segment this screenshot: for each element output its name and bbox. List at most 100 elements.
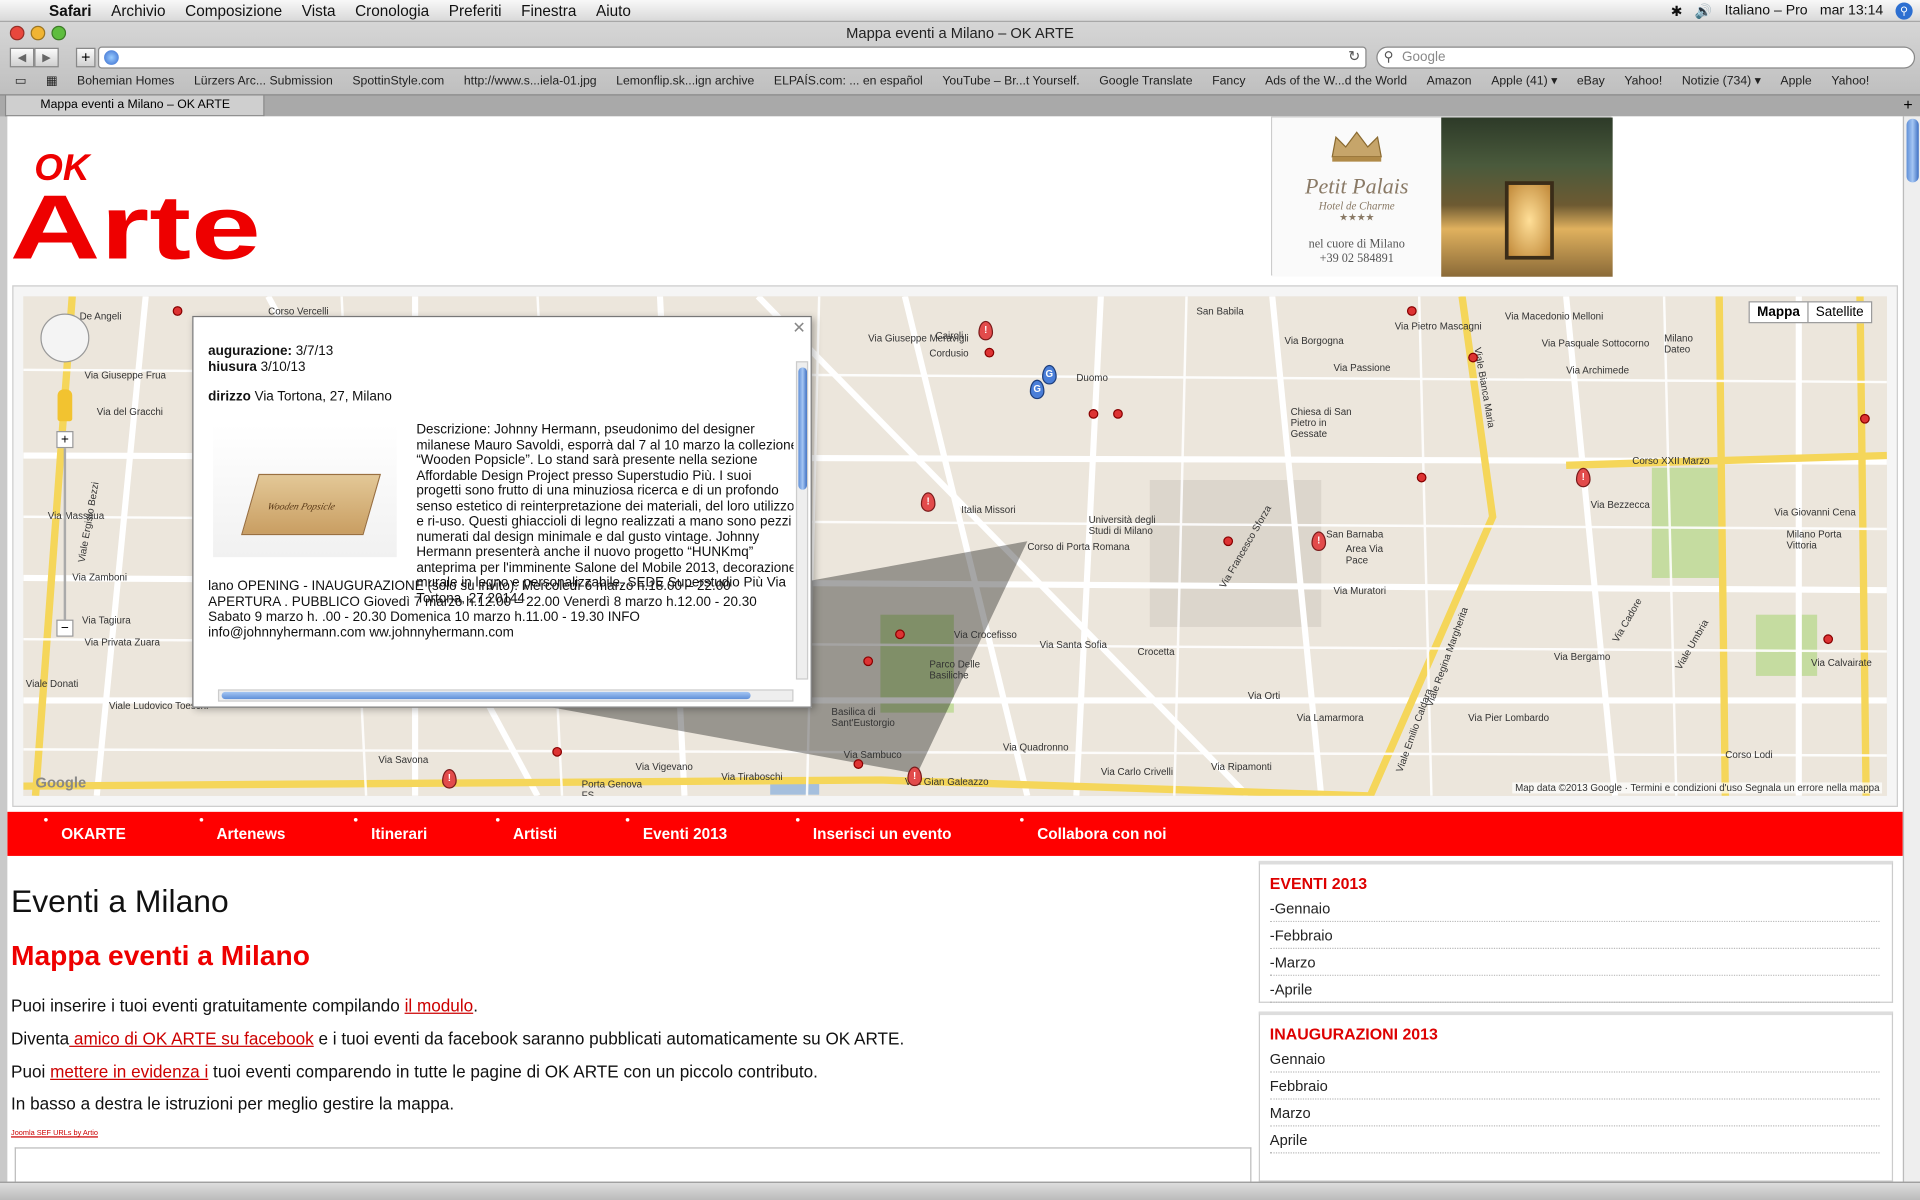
info-vertical-scrollbar[interactable] [795, 361, 809, 680]
map-credit[interactable]: Map data ©2013 Google · Termini e condiz… [1512, 782, 1883, 794]
close-icon[interactable]: ✕ [792, 318, 805, 338]
event-marker[interactable]: ! [442, 768, 457, 789]
bookmark-item[interactable]: Google Translate [1099, 75, 1192, 88]
sidebar-item-gennaio[interactable]: -Gennaio [1269, 895, 1880, 923]
event-marker[interactable]: ! [907, 766, 923, 787]
search-field[interactable]: ⚲ Google [1376, 46, 1916, 69]
nav-artisti[interactable]: Artisti [495, 817, 557, 842]
bookmark-item[interactable]: eBay [1577, 75, 1605, 88]
zoom-in-button[interactable]: + [56, 431, 74, 449]
back-button[interactable]: ◀ [9, 47, 35, 68]
nav-collabora[interactable]: Collabora con noi [1020, 817, 1166, 842]
event-marker[interactable]: ! [920, 492, 936, 512]
bookmark-item[interactable]: YouTube – Br...t Yourself. [942, 75, 1079, 88]
zoom-slider[interactable] [63, 448, 67, 620]
sidebar-item-aprile[interactable]: -Aprile [1269, 976, 1880, 1003]
bookmark-item[interactable]: Ads of the W...d the World [1265, 75, 1407, 88]
bookmark-item[interactable]: http://www.s...iela-01.jpg [464, 75, 597, 88]
address-bar[interactable]: ↻ [97, 46, 1367, 69]
menu-vista[interactable]: Vista [302, 2, 336, 19]
modulo-link[interactable]: il modulo [405, 996, 474, 1016]
forward-button[interactable]: ▶ [34, 47, 59, 68]
sidebar-inaug-gennaio[interactable]: Gennaio [1269, 1046, 1880, 1073]
reading-list-icon[interactable]: ▭ [15, 75, 27, 88]
reload-icon[interactable]: ↻ [1348, 48, 1360, 65]
input-source[interactable]: Italiano – Pro [1725, 4, 1808, 19]
bookmark-item[interactable]: ELPAÍS.com: ... en español [774, 75, 923, 88]
event-dot[interactable] [1088, 408, 1099, 419]
sidebar-item-marzo[interactable]: -Marzo [1269, 949, 1880, 976]
menu-aiuto[interactable]: Aiuto [596, 2, 631, 19]
nav-eventi-2013[interactable]: Eventi 2013 [625, 817, 727, 842]
comment-box[interactable] [14, 1147, 1252, 1182]
event-marker[interactable]: ! [1311, 531, 1327, 552]
event-dot[interactable] [1223, 536, 1234, 547]
zoom-out-button[interactable]: − [56, 619, 74, 637]
nav-inserisci-evento[interactable]: Inserisci un evento [795, 817, 952, 842]
event-dot[interactable] [1823, 634, 1834, 645]
bookmark-item[interactable]: Apple (41) ▾ [1491, 75, 1557, 88]
bookmark-item[interactable]: SpottinStyle.com [352, 75, 444, 88]
tab-current[interactable]: Mappa eventi a Milano – OK ARTE [4, 95, 265, 117]
sef-credit-link[interactable]: Joomla SEF URLs by Artio [11, 1130, 98, 1137]
event-dot[interactable] [984, 347, 995, 358]
google-map[interactable]: De Angeli Corso Vercelli Via Giuseppe Fr… [23, 296, 1887, 796]
event-marker-blue[interactable]: G [1042, 364, 1057, 385]
event-marker[interactable]: ! [978, 320, 994, 341]
page-scrollbar[interactable] [1902, 116, 1920, 1182]
bookmark-item[interactable]: Lemonflip.sk...ign archive [616, 75, 754, 88]
menu-safari[interactable]: Safari [49, 2, 92, 19]
nav-itinerari[interactable]: Itinerari [353, 817, 427, 842]
menu-finestra[interactable]: Finestra [521, 2, 576, 19]
event-dot[interactable] [853, 759, 864, 769]
map-label: Via Muratori [1333, 585, 1387, 597]
hotel-ad-banner[interactable]: Petit Palais Hotel de Charme ★★★★ nel cu… [1271, 116, 1613, 277]
event-dot[interactable] [1468, 352, 1478, 363]
event-dot[interactable] [1406, 306, 1417, 316]
event-marker-blue[interactable]: G [1029, 379, 1045, 400]
sidebar-inaug-febbraio[interactable]: Febbraio [1269, 1073, 1880, 1100]
bookmark-item[interactable]: Yahoo! [1624, 75, 1662, 88]
nav-artenews[interactable]: Artenews [199, 817, 285, 842]
bookmark-item[interactable]: Apple [1780, 75, 1811, 88]
bookmark-item[interactable]: Notizie (734) ▾ [1682, 75, 1761, 88]
event-dot[interactable] [1860, 413, 1870, 424]
map-type-satellite[interactable]: Satellite [1808, 302, 1871, 322]
evidenza-link[interactable]: mettere in evidenza i [50, 1062, 208, 1082]
menu-cronologia[interactable]: Cronologia [355, 2, 429, 19]
info-horizontal-scrollbar[interactable] [217, 689, 794, 702]
event-dot[interactable] [552, 746, 563, 757]
bookmark-item[interactable]: Amazon [1427, 75, 1472, 88]
menu-preferiti[interactable]: Preferiti [449, 2, 502, 19]
map-label: Via del Gracchi [96, 406, 163, 418]
clock[interactable]: mar 13:14 [1820, 4, 1883, 19]
menu-composizione[interactable]: Composizione [185, 2, 282, 19]
add-bookmark-button[interactable]: + [75, 47, 96, 68]
bookmark-item[interactable]: Bohemian Homes [77, 75, 174, 88]
nav-okarte[interactable]: OKARTE [44, 817, 126, 842]
top-sites-icon[interactable]: ▦ [46, 75, 58, 88]
event-dot[interactable] [172, 306, 183, 316]
sidebar-item-febbraio[interactable]: -Febbraio [1269, 922, 1880, 949]
spotlight-icon[interactable]: ⚲ [1895, 2, 1913, 20]
bookmark-item[interactable]: Fancy [1212, 75, 1245, 88]
map-pan-control[interactable] [40, 313, 90, 363]
event-dot[interactable] [1416, 472, 1427, 483]
bookmark-item[interactable]: Lürzers Arc... Submission [194, 75, 333, 88]
event-dot[interactable] [863, 656, 874, 667]
new-tab-icon[interactable]: + [1903, 96, 1912, 114]
menu-archivio[interactable]: Archivio [111, 2, 165, 19]
map-type-mappa[interactable]: Mappa [1750, 302, 1809, 323]
volume-icon[interactable]: 🔊 [1695, 2, 1713, 20]
bluetooth-status-icon[interactable]: ✱ [1671, 2, 1683, 20]
event-dot[interactable] [895, 629, 905, 640]
facebook-link[interactable]: amico di OK ARTE su facebook [69, 1029, 314, 1049]
okarte-logo[interactable]: OK Arte [7, 121, 264, 268]
paragraph-1: Puoi inserire i tuoi eventi gratuitament… [11, 996, 478, 1016]
sidebar-inaug-marzo[interactable]: Marzo [1269, 1100, 1880, 1127]
event-marker[interactable]: ! [1575, 467, 1591, 488]
bookmark-item[interactable]: Yahoo! [1831, 75, 1869, 88]
street-view-pegman-icon[interactable] [57, 389, 73, 422]
event-dot[interactable] [1113, 408, 1123, 419]
sidebar-inaug-aprile[interactable]: Aprile [1269, 1127, 1880, 1154]
